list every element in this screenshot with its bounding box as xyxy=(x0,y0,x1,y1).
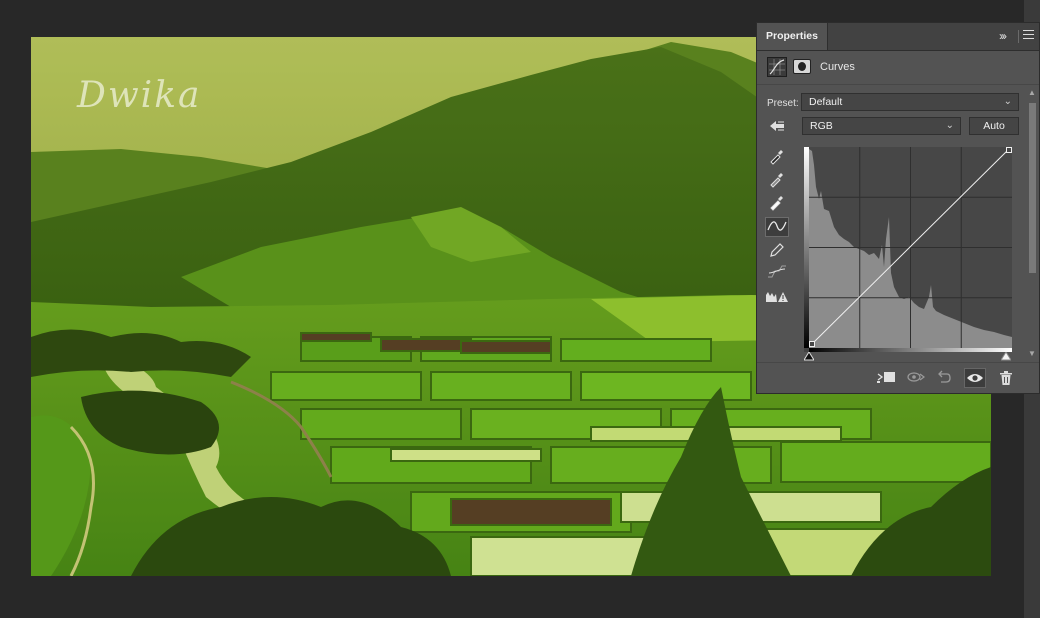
curves-adjustment-icon[interactable] xyxy=(767,57,787,77)
scroll-up-icon[interactable]: ▲ xyxy=(1028,88,1036,97)
on-image-adjust-hand-icon[interactable] xyxy=(767,119,787,133)
visibility-eye-icon[interactable] xyxy=(964,368,986,388)
adjustment-type-label: Curves xyxy=(820,61,855,73)
header-divider xyxy=(1018,30,1019,43)
scroll-down-icon[interactable]: ▼ xyxy=(1028,349,1036,358)
preset-dropdown[interactable]: Default ⌄ xyxy=(801,93,1019,111)
curves-graph[interactable] xyxy=(804,147,1012,352)
preset-value: Default xyxy=(809,96,843,108)
edit-points-curve-icon[interactable] xyxy=(765,217,789,237)
channel-dropdown[interactable]: RGB ⌄ xyxy=(802,117,961,135)
preset-label: Preset: xyxy=(767,98,799,109)
black-point-slider-icon[interactable] xyxy=(804,352,814,361)
panel-menu-icon[interactable] xyxy=(1023,30,1034,42)
smooth-curve-icon[interactable] xyxy=(765,263,789,283)
layer-mask-icon[interactable] xyxy=(793,59,811,74)
black-curve-point xyxy=(809,341,815,347)
adjustment-type-row: Curves xyxy=(757,51,1039,85)
output-gradient-bar xyxy=(804,147,809,348)
watermark-text: Dwika xyxy=(77,75,202,116)
view-previous-state-icon[interactable] xyxy=(905,368,927,388)
clip-to-layer-icon[interactable] xyxy=(875,368,897,388)
chevron-down-icon: ⌄ xyxy=(1003,96,1012,107)
channel-value: RGB xyxy=(810,120,833,132)
white-point-eyedropper-icon[interactable] xyxy=(765,193,789,213)
white-point-slider-icon[interactable] xyxy=(1001,352,1011,361)
properties-tab[interactable]: Properties xyxy=(757,23,828,50)
panel-scrollbar[interactable]: ▲ ▼ xyxy=(1027,88,1037,361)
gray-point-eyedropper-icon[interactable] xyxy=(765,170,789,190)
reset-icon[interactable] xyxy=(933,368,955,388)
clipping-warning-icon[interactable] xyxy=(765,287,789,307)
chevron-down-icon: ⌄ xyxy=(945,120,954,131)
panel-header: Properties ››› xyxy=(757,23,1039,51)
scrollbar-thumb[interactable] xyxy=(1029,103,1036,273)
black-point-eyedropper-icon[interactable] xyxy=(765,147,789,167)
white-curve-point xyxy=(1006,147,1012,153)
collapse-panel-icon[interactable]: ››› xyxy=(999,29,1007,43)
delete-icon[interactable] xyxy=(995,368,1017,388)
properties-panel: Properties ››› Curves Preset: Default ⌄ xyxy=(756,22,1040,394)
draw-pencil-icon[interactable] xyxy=(765,241,789,261)
auto-button[interactable]: Auto xyxy=(969,117,1019,135)
panel-footer xyxy=(757,362,1039,394)
input-gradient-bar xyxy=(809,348,1012,352)
